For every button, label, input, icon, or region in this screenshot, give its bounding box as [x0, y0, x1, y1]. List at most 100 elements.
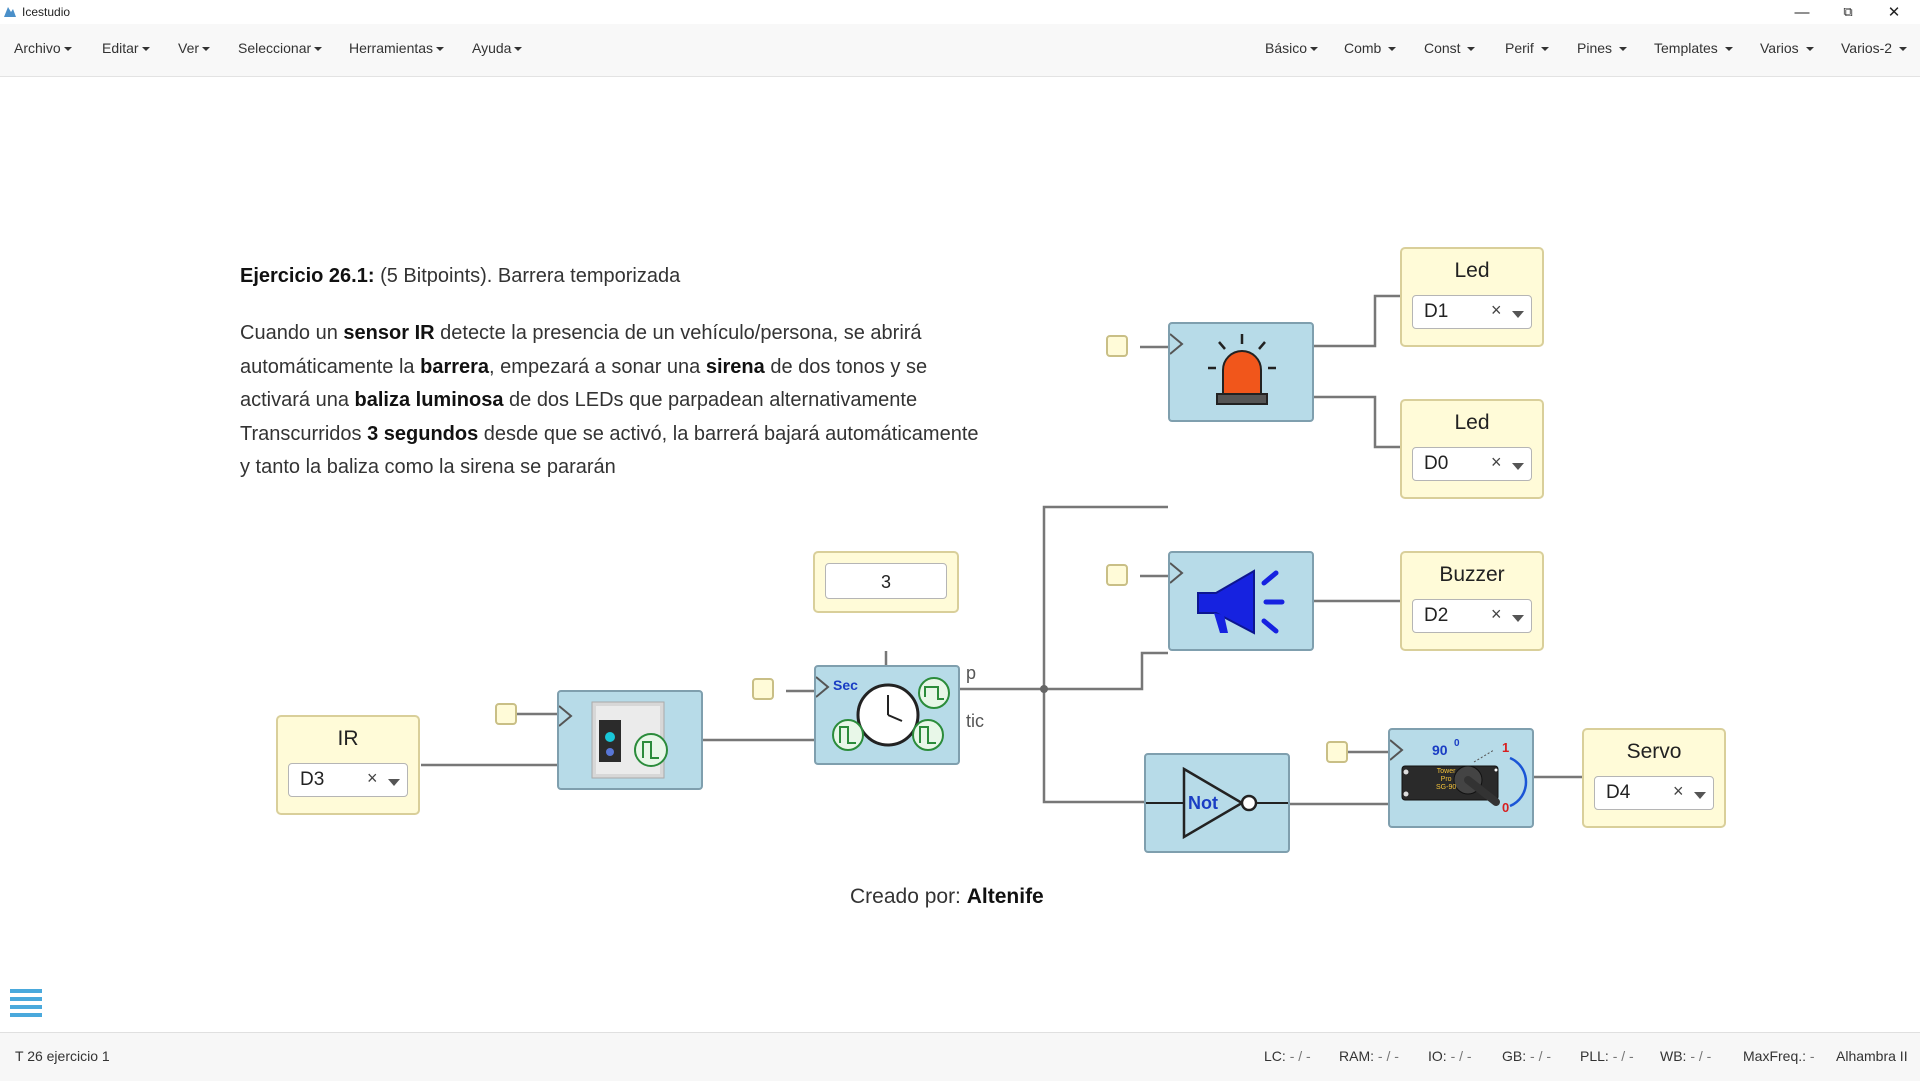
clear-icon[interactable]: × — [1491, 604, 1502, 625]
ir-sensor-icon — [558, 701, 668, 779]
output-block-led-1[interactable]: Led D1 × — [1400, 247, 1544, 347]
block-title: Led — [1454, 411, 1490, 434]
caret-down-icon — [1540, 47, 1549, 52]
clear-icon[interactable]: × — [1491, 300, 1502, 321]
minimize-button[interactable]: — — [1780, 0, 1824, 24]
speaker-icon — [1169, 562, 1285, 635]
block-title: Buzzer — [1439, 563, 1505, 586]
file-name: T 26 ejercicio 1 — [15, 1048, 110, 1064]
menu-comb[interactable]: Comb — [1344, 40, 1397, 56]
clear-icon[interactable]: × — [1673, 781, 1684, 802]
description-line-2: automáticamente la barrera, empezará a s… — [240, 356, 928, 378]
not-gate-block[interactable]: Not — [1144, 753, 1290, 853]
input-port-square[interactable] — [1326, 741, 1348, 763]
description-line-4: Transcurridos 3 segundos desde que se ac… — [240, 423, 979, 445]
output-block-buzzer[interactable]: Buzzer D2 × — [1400, 551, 1544, 651]
output-label-p: p — [966, 663, 977, 683]
menu-herramientas[interactable]: Herramientas — [349, 40, 445, 56]
menu-seleccionar[interactable]: Seleccionar — [238, 40, 323, 56]
description-line-5: y tanto la baliza como la sirena se para… — [240, 456, 616, 478]
output-label-tic: tic — [966, 711, 984, 731]
block-title: Servo — [1626, 740, 1682, 763]
menu-varios-2[interactable]: Varios-2 — [1841, 40, 1907, 56]
dropdown-arrow-icon[interactable] — [1694, 792, 1706, 799]
not-label: Not — [1188, 793, 1218, 813]
dropdown-arrow-icon[interactable] — [388, 779, 400, 786]
status-gb: GB: - / - — [1502, 1048, 1552, 1064]
description-line-3: activará una baliza luminosa de dos LEDs… — [240, 389, 918, 411]
caret-down-icon — [1310, 47, 1319, 52]
window-title: Icestudio — [22, 5, 71, 19]
constant-value-input[interactable]: 3 — [825, 563, 947, 599]
status-bar: T 26 ejercicio 1 LC: - / - RAM: - / - IO… — [0, 1032, 1920, 1081]
dropdown-arrow-icon[interactable] — [1512, 311, 1524, 318]
caret-down-icon — [436, 47, 445, 52]
caret-down-icon — [514, 47, 523, 52]
pin-select[interactable]: D3 × — [288, 763, 408, 797]
alarm-light-icon — [1169, 333, 1276, 405]
window-titlebar: Icestudio — ⧉ ✕ — [0, 0, 1920, 24]
siren-block[interactable] — [1168, 551, 1314, 651]
status-io: IO: - / - — [1428, 1048, 1472, 1064]
servo-motor-icon — [1389, 739, 1528, 808]
menu-perif[interactable]: Perif — [1505, 40, 1549, 56]
menu-varios[interactable]: Varios — [1760, 40, 1814, 56]
restore-button[interactable]: ⧉ — [1826, 0, 1870, 24]
caret-down-icon — [1724, 47, 1733, 52]
input-port-square[interactable] — [752, 678, 774, 700]
menu-ayuda[interactable]: Ayuda — [472, 40, 523, 56]
menu-templates[interactable]: Templates — [1654, 40, 1733, 56]
status-ram: RAM: - / - — [1339, 1048, 1399, 1064]
input-port-square[interactable] — [1106, 335, 1128, 357]
timer-block[interactable]: Sec — [814, 665, 960, 765]
clear-icon[interactable]: × — [1491, 452, 1502, 473]
menu-pines[interactable]: Pines — [1577, 40, 1627, 56]
degree-label: 0 — [1454, 738, 1460, 749]
menu-basico[interactable]: Básico — [1265, 40, 1319, 56]
input-port-square[interactable] — [1106, 564, 1128, 586]
caret-down-icon — [141, 47, 150, 52]
credit-text: Creado por: Altenife — [850, 885, 1044, 908]
servo-brand-label: Tower Pro SG-90 — [1436, 768, 1457, 791]
caret-down-icon — [1388, 47, 1397, 52]
pin-select[interactable]: D2 × — [1412, 599, 1532, 633]
output-block-led-2[interactable]: Led D0 × — [1400, 399, 1544, 499]
input-port-square[interactable] — [495, 703, 517, 725]
servo-block[interactable]: 90 0 1 0 Tower Pro SG-90 — [1388, 728, 1534, 828]
output-block-servo[interactable]: Servo D4 × — [1582, 728, 1726, 828]
design-canvas[interactable]: Ejercicio 26.1: (5 Bitpoints). Barrera t… — [0, 77, 1920, 1031]
menubar: Archivo Editar Ver Seleccionar Herramien… — [0, 24, 1920, 77]
close-button[interactable]: ✕ — [1872, 0, 1916, 24]
input-block-ir[interactable]: IR D3 × — [276, 715, 420, 815]
pin-select[interactable]: D1 × — [1412, 295, 1532, 329]
ir-sensor-block[interactable] — [557, 690, 703, 790]
board-name[interactable]: Alhambra II — [1836, 1048, 1908, 1064]
caret-down-icon — [1898, 47, 1907, 52]
status-wb: WB: - / - — [1660, 1048, 1712, 1064]
status-lc: LC: - / - — [1264, 1048, 1311, 1064]
pin-select[interactable]: D4 × — [1594, 776, 1714, 810]
caret-down-icon — [63, 47, 72, 52]
menu-ver[interactable]: Ver — [178, 40, 211, 56]
status-maxfreq: MaxFreq.: - — [1743, 1048, 1815, 1064]
exercise-title: Ejercicio 26.1: (5 Bitpoints). Barrera t… — [240, 265, 681, 287]
dropdown-arrow-icon[interactable] — [1512, 615, 1524, 622]
description-line-1: Cuando un sensor IR detecte la presencia… — [240, 322, 922, 344]
clear-icon[interactable]: × — [367, 768, 378, 789]
menu-archivo[interactable]: Archivo — [14, 40, 72, 56]
timer-label: Sec — [833, 677, 858, 693]
hamburger-menu-icon[interactable] — [10, 989, 42, 1021]
constant-block[interactable]: 3 — [813, 551, 959, 613]
servo-min-label: 0 — [1502, 800, 1510, 815]
dropdown-arrow-icon[interactable] — [1512, 463, 1524, 470]
servo-max-label: 1 — [1502, 740, 1510, 755]
caret-down-icon — [1805, 47, 1814, 52]
caret-down-icon — [314, 47, 323, 52]
beacon-block[interactable] — [1168, 322, 1314, 422]
pin-select[interactable]: D0 × — [1412, 447, 1532, 481]
menu-editar[interactable]: Editar — [102, 40, 150, 56]
servo-angle-label: 90 — [1432, 742, 1448, 758]
block-title: Led — [1454, 259, 1490, 282]
menu-const[interactable]: Const — [1424, 40, 1476, 56]
icestudio-logo-icon — [4, 7, 16, 17]
